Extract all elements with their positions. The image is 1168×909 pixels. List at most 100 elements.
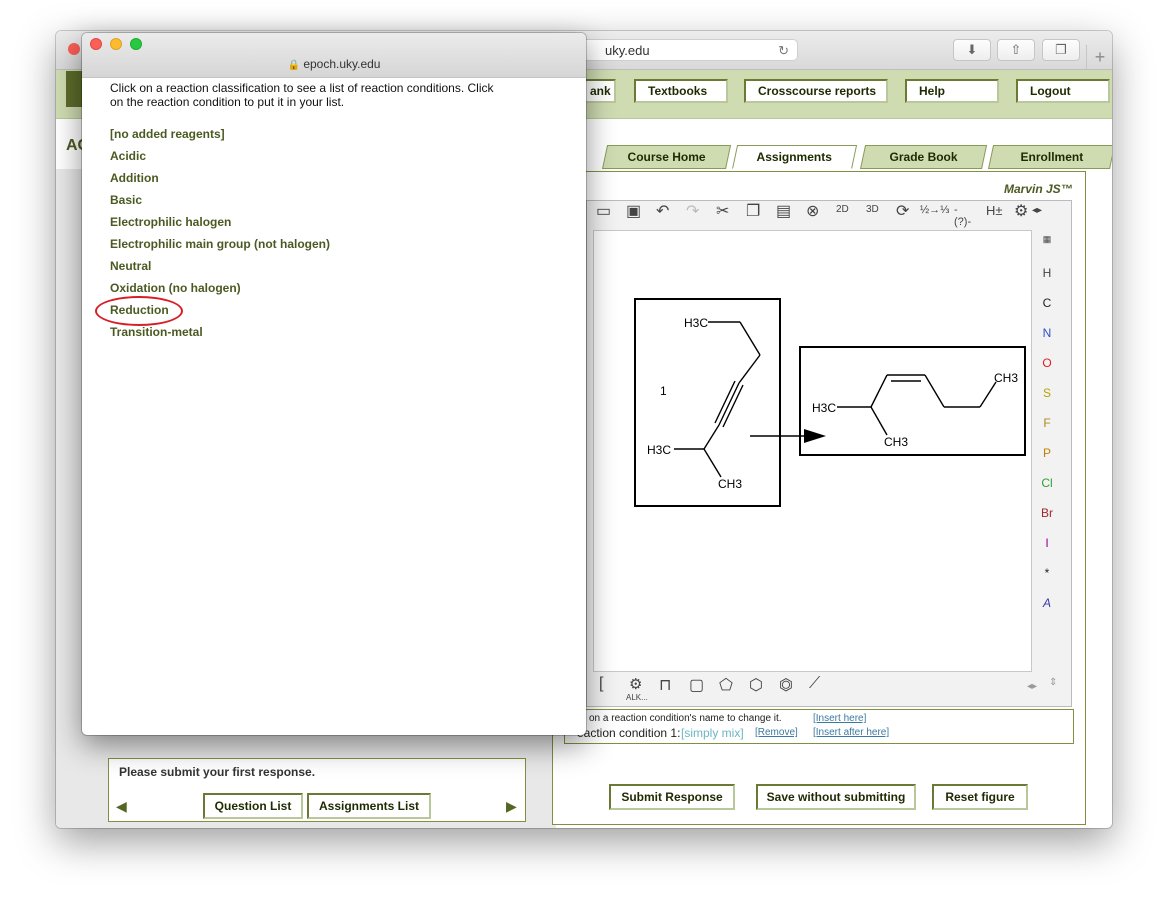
cut-icon[interactable]: ✂ (716, 201, 729, 221)
assignments-list-button[interactable]: Assignments List (307, 793, 431, 819)
toolbar-scroll-icon[interactable]: ◂▸ (1032, 205, 1042, 216)
reaction-condition-popup: 🔒 epoch.uky.edu Click on a reaction clas… (82, 33, 586, 735)
query-bond-icon[interactable]: -(?)- (954, 204, 971, 228)
copy-icon[interactable]: ❐ (746, 201, 760, 221)
conditions-hint: on a reaction condition's name to change… (589, 713, 782, 724)
bond-tool-icon[interactable]: ⟋ (809, 675, 820, 693)
sketch-canvas[interactable]: 1 H3C H3C CH3 H3C CH3 CH3 (593, 230, 1032, 672)
question-list-button[interactable]: Question List (203, 793, 303, 819)
classification-acidic[interactable]: Acidic (110, 149, 146, 163)
reaction-conditions-area: on a reaction condition's name to change… (564, 709, 1074, 744)
nav-logout[interactable]: Logout (1016, 79, 1110, 103)
tab-grade-book[interactable]: Grade Book (860, 145, 988, 169)
classification-addition[interactable]: Addition (110, 171, 159, 185)
resize-icon[interactable]: ⇕ (1049, 677, 1057, 688)
status-message: Please submit your first response. (119, 765, 316, 779)
triple-bond-b (714, 380, 736, 424)
p-bond-2 (870, 374, 888, 408)
classification-electrophilic-halogen[interactable]: Electrophilic halogen (110, 215, 231, 229)
element-H[interactable]: H (1034, 266, 1060, 280)
classification-transition-metal[interactable]: Transition-metal (110, 325, 203, 339)
popup-minimize-button[interactable] (110, 38, 122, 50)
insert-here-link[interactable]: [Insert here] (813, 713, 866, 724)
benzene-icon[interactable]: ⏣ (779, 675, 793, 695)
classification-basic[interactable]: Basic (110, 193, 142, 207)
previous-arrow-icon[interactable]: ◀ (116, 798, 127, 815)
next-arrow-icon[interactable]: ▶ (506, 798, 517, 815)
save-without-submitting-button[interactable]: Save without submitting (756, 784, 916, 810)
reset-figure-button[interactable]: Reset figure (932, 784, 1028, 810)
element-Br[interactable]: Br (1034, 506, 1060, 520)
classification-electrophilic-main-group[interactable]: Electrophilic main group (not halogen) (110, 237, 330, 251)
element-N[interactable]: N (1034, 326, 1060, 340)
alkyl-label: ALK... (626, 693, 648, 702)
element-O[interactable]: O (1034, 356, 1060, 370)
template-library-icon[interactable]: ⚙ (629, 675, 642, 693)
tab-overview-button[interactable]: ❐ (1042, 39, 1080, 61)
cyclobutane-icon[interactable]: ▢ (689, 675, 704, 695)
element-F[interactable]: F (1034, 416, 1060, 430)
downloads-button[interactable]: ⬇ (953, 39, 991, 61)
p-bond-6 (870, 406, 888, 436)
element-S[interactable]: S (1034, 386, 1060, 400)
close-window-button[interactable] (68, 43, 80, 55)
p-bond-3 (924, 374, 945, 408)
popup-close-button[interactable] (90, 38, 102, 50)
element-I[interactable]: I (1034, 536, 1060, 550)
nav-textbooks[interactable]: Textbooks (634, 79, 728, 103)
classification-no-added-reagents[interactable]: [no added reagents] (110, 127, 225, 141)
tab-enrollment-label: Enrollment (1020, 150, 1083, 164)
classification-neutral[interactable]: Neutral (110, 259, 151, 273)
reload-icon[interactable]: ↻ (778, 40, 789, 62)
lock-icon: 🔒 (287, 60, 300, 71)
open-file-icon[interactable]: ▭ (596, 201, 611, 221)
tab-assignments[interactable]: Assignments (732, 145, 858, 169)
reactant-label-left: H3C (647, 443, 671, 457)
element-any-atom[interactable]: * (1034, 566, 1060, 580)
paste-icon[interactable]: ▤ (776, 201, 791, 221)
element-P[interactable]: P (1034, 446, 1060, 460)
popup-address: 🔒 epoch.uky.edu (82, 57, 586, 71)
add-hydrogens-icon[interactable]: H± (986, 203, 1003, 218)
element-Cl[interactable]: Cl (1034, 476, 1060, 490)
popup-zoom-button[interactable] (130, 38, 142, 50)
tab-course-home[interactable]: Course Home (602, 145, 732, 169)
share-button[interactable]: ⇧ (997, 39, 1035, 61)
zoom-clear-icon[interactable]: ⊗ (806, 201, 819, 221)
insert-after-here-link[interactable]: [Insert after here] (813, 727, 889, 738)
product-label-left: H3C (812, 401, 836, 415)
tab-assignments-label: Assignments (756, 150, 833, 164)
tab-enrollment[interactable]: Enrollment (988, 145, 1112, 169)
submit-response-button[interactable]: Submit Response (609, 784, 735, 810)
new-tab-button[interactable]: + (1086, 45, 1112, 69)
bracket-icon[interactable]: [ (599, 675, 603, 693)
popup-address-text: epoch.uky.edu (303, 57, 381, 71)
bottom-scroll-icon[interactable]: ◂▸ (1027, 681, 1037, 692)
address-text: uky.edu (605, 43, 650, 58)
redo-icon[interactable]: ↷ (686, 201, 699, 221)
element-A[interactable]: A (1034, 596, 1060, 610)
reduction-highlight-circle (95, 296, 183, 326)
save-icon[interactable]: ▣ (626, 201, 641, 221)
stoichiometry-icon[interactable]: ½→⅓ (920, 204, 949, 216)
clean-3d-icon[interactable]: 3D (866, 204, 879, 215)
bond-2 (739, 321, 761, 356)
reaction-drawing: 1 H3C H3C CH3 H3C CH3 CH3 (634, 298, 1026, 507)
cyclohexane-icon[interactable]: ⬡ (749, 675, 763, 695)
clean-2d-icon[interactable]: 2D (836, 204, 849, 215)
chair-template-icon[interactable]: ⊓ (659, 675, 671, 695)
classification-oxidation[interactable]: Oxidation (no halogen) (110, 281, 241, 295)
rotate-3d-icon[interactable]: ⟳ (896, 201, 909, 221)
tabs-icon: ❐ (1055, 42, 1067, 57)
remove-link[interactable]: [Remove] (755, 727, 798, 738)
nav-crosscourse-reports[interactable]: Crosscourse reports (744, 79, 888, 103)
element-C[interactable]: C (1034, 296, 1060, 310)
condition-value[interactable]: [simply mix] (681, 726, 744, 740)
undo-icon[interactable]: ↶ (656, 201, 669, 221)
settings-gear-icon[interactable]: ⚙ (1014, 201, 1028, 221)
reactant-box (634, 298, 781, 507)
cyclopentane-icon[interactable]: ⬠ (719, 675, 733, 695)
popup-titlebar: 🔒 epoch.uky.edu (82, 33, 586, 78)
nav-help[interactable]: Help (905, 79, 999, 103)
periodic-table-icon[interactable]: ▦ (1034, 234, 1060, 245)
